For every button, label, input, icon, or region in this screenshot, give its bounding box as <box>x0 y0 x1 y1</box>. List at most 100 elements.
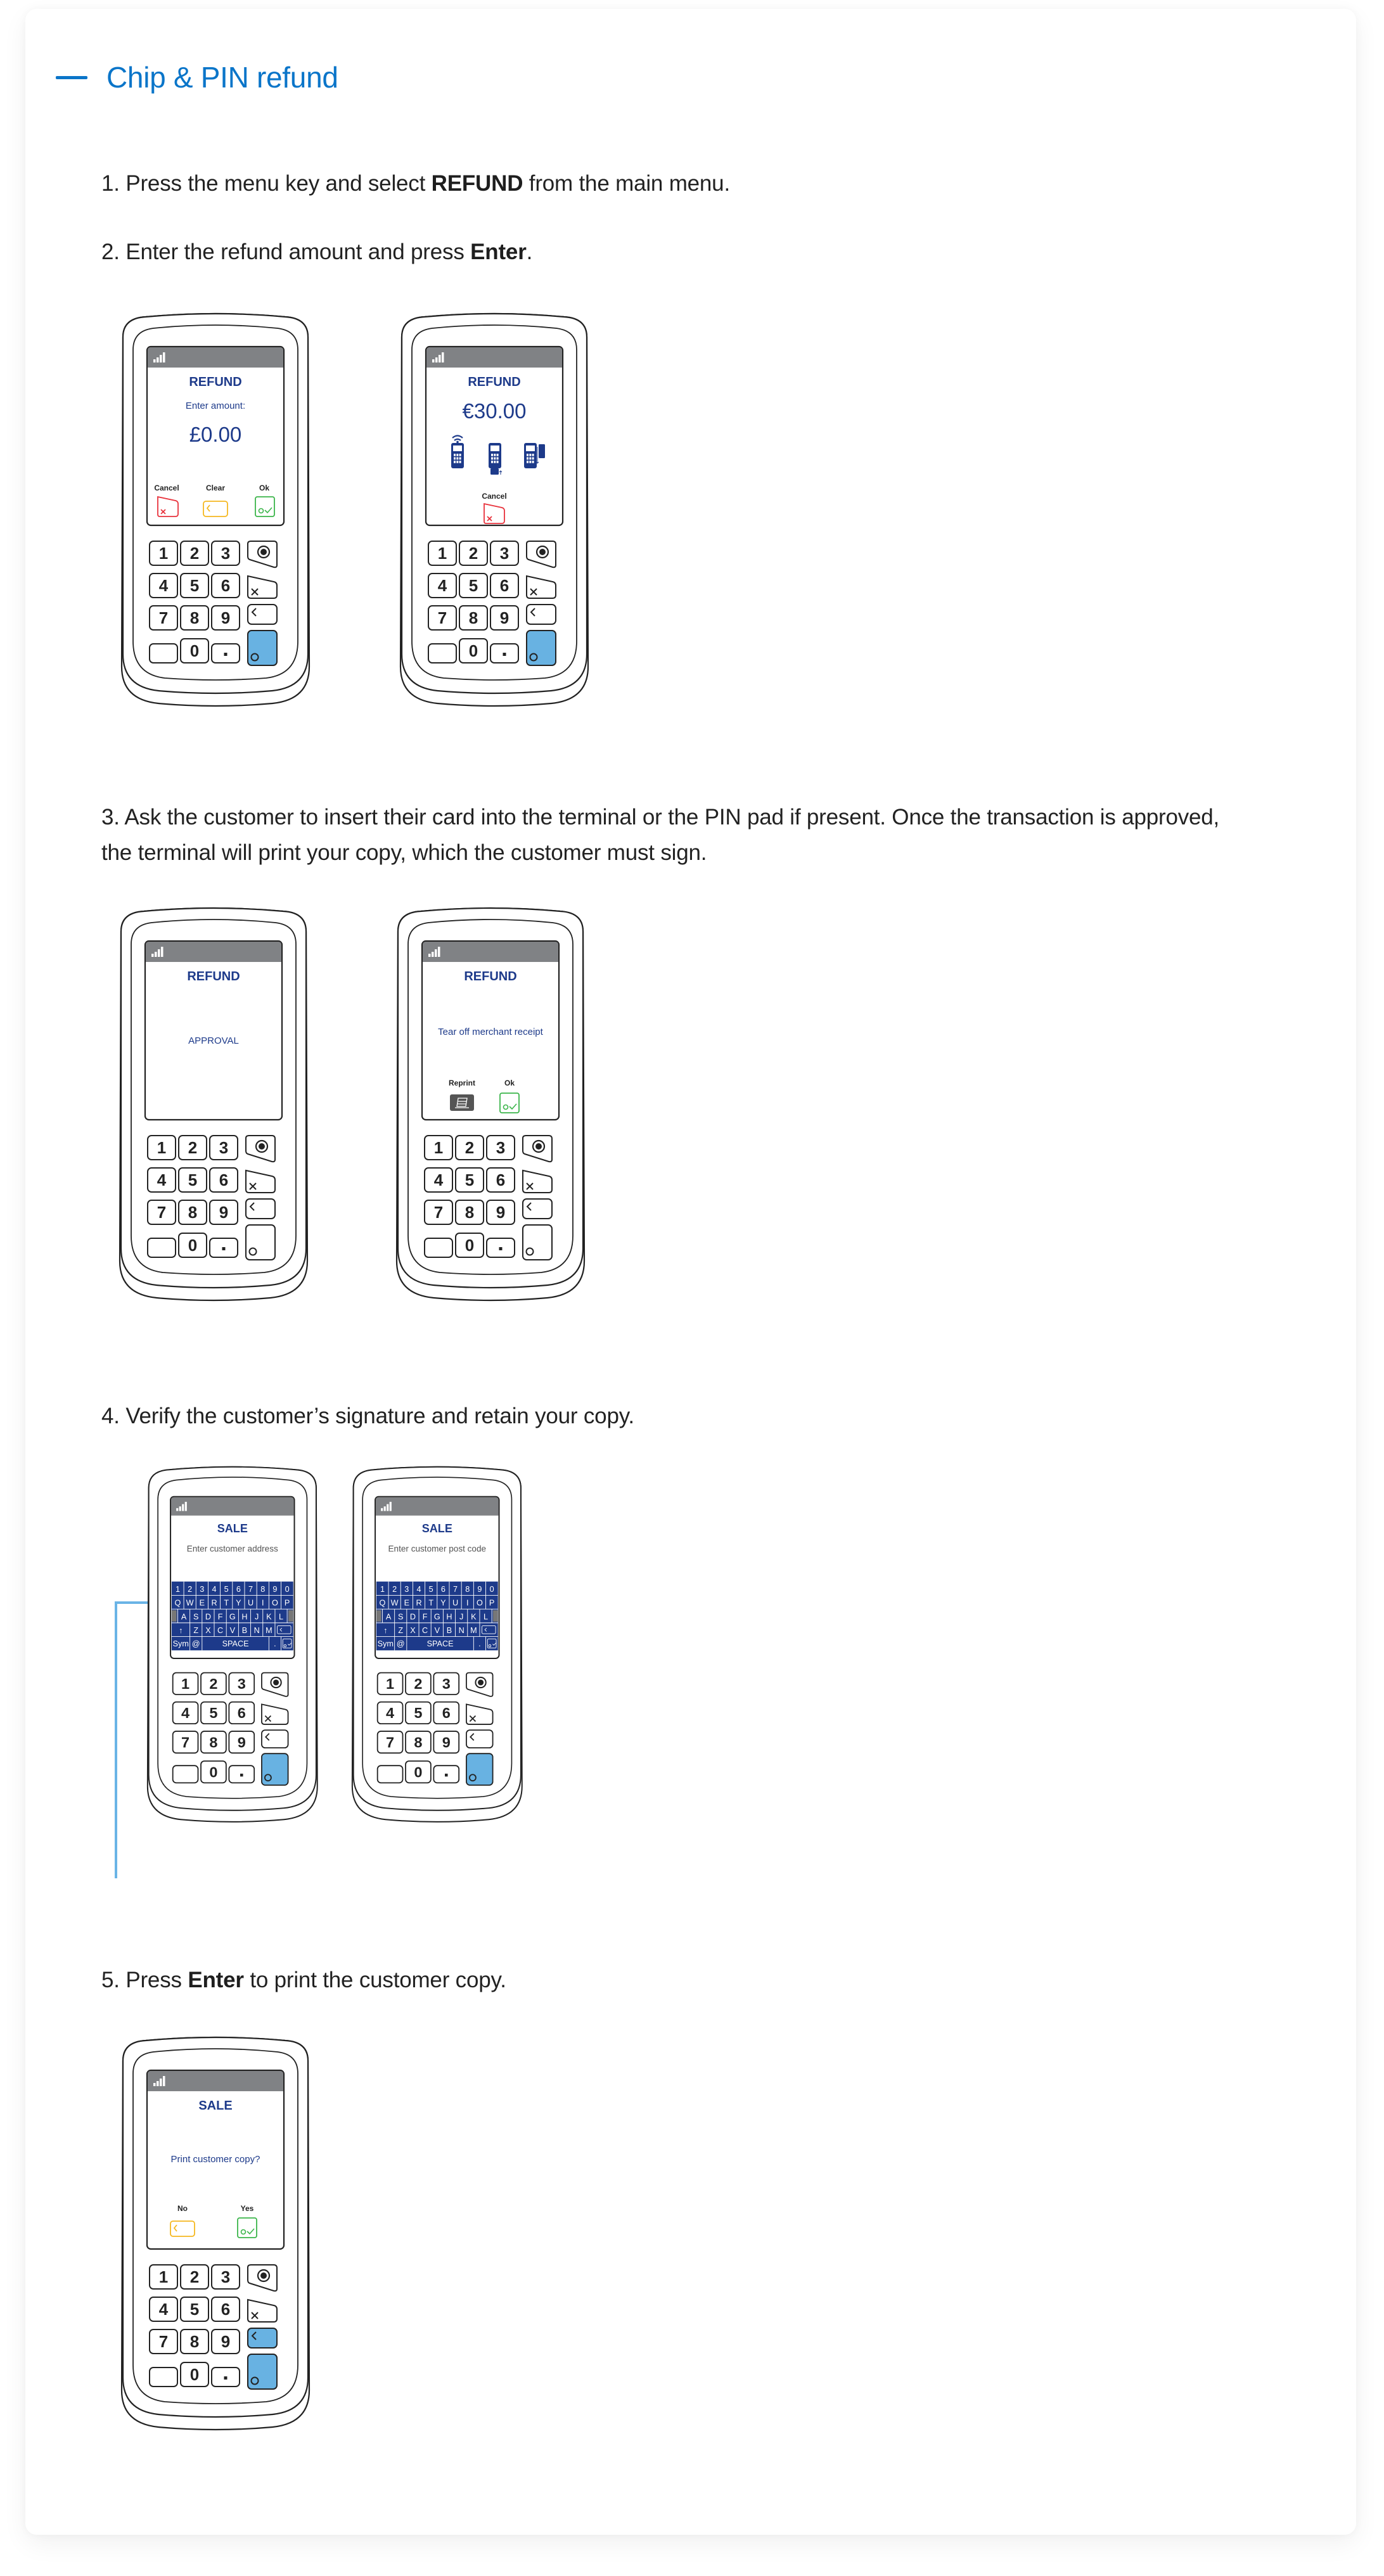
key-4[interactable]: 4 <box>149 2297 178 2322</box>
key-3[interactable]: 3 <box>486 1135 515 1160</box>
keyboard-key[interactable]: B <box>242 1626 247 1635</box>
key-9[interactable]: 9 <box>211 605 240 631</box>
keyboard-key[interactable]: L <box>484 1612 488 1621</box>
keyboard-key[interactable]: W <box>391 1599 399 1608</box>
key-1[interactable]: 1 <box>428 541 457 566</box>
clear-key[interactable] <box>466 1729 494 1749</box>
keyboard-key[interactable]: K <box>266 1612 272 1621</box>
key-7[interactable]: 7 <box>147 1200 176 1225</box>
key-1[interactable]: 1 <box>149 541 178 566</box>
keyboard-key[interactable]: J <box>255 1612 259 1621</box>
dot-key[interactable]: . <box>274 1639 276 1648</box>
keyboard-key[interactable]: 6 <box>236 1585 241 1594</box>
keyboard-key[interactable]: Y <box>236 1599 241 1608</box>
keyboard-key[interactable]: I <box>262 1599 264 1608</box>
key-5[interactable]: 5 <box>180 2297 209 2322</box>
key-5[interactable]: 5 <box>178 1167 207 1193</box>
keyboard-key[interactable]: M <box>266 1626 272 1635</box>
key-7[interactable]: 7 <box>376 1731 404 1754</box>
keyboard-key[interactable]: B <box>447 1626 452 1635</box>
key-blank[interactable] <box>424 1238 453 1258</box>
keyboard-key[interactable]: O <box>477 1599 483 1608</box>
key-4[interactable]: 4 <box>147 1167 176 1193</box>
key-blank[interactable] <box>172 1765 199 1784</box>
enter-key[interactable] <box>245 1224 276 1260</box>
key-9[interactable]: 9 <box>490 605 519 631</box>
keyboard-key[interactable]: M <box>470 1626 477 1635</box>
key-4[interactable]: 4 <box>172 1701 199 1725</box>
key-3[interactable]: 3 <box>228 1672 255 1695</box>
key-5[interactable]: 5 <box>405 1701 432 1725</box>
key-6[interactable]: 6 <box>211 2297 240 2322</box>
shift-key[interactable]: ↑ <box>179 1626 183 1635</box>
key-1[interactable]: 1 <box>172 1672 199 1695</box>
key-2[interactable]: 2 <box>455 1135 484 1160</box>
keyboard-key[interactable]: Z <box>398 1626 403 1635</box>
key-8[interactable]: 8 <box>180 2329 209 2354</box>
key-0[interactable]: 0 <box>180 638 209 663</box>
at-key[interactable]: @ <box>192 1639 200 1648</box>
clear-key[interactable] <box>247 604 278 625</box>
keyboard-key[interactable]: P <box>489 1599 494 1608</box>
key-6[interactable]: 6 <box>228 1701 255 1725</box>
keyboard-key[interactable]: E <box>200 1599 205 1608</box>
key-dot[interactable] <box>211 643 240 663</box>
keyboard-key[interactable]: 4 <box>212 1585 216 1594</box>
minus-collapse-icon[interactable] <box>56 75 87 79</box>
keyboard-key[interactable]: Y <box>440 1599 446 1608</box>
keyboard-key[interactable]: V <box>230 1626 236 1635</box>
keyboard-key[interactable]: G <box>434 1612 440 1621</box>
key-8[interactable]: 8 <box>200 1731 227 1754</box>
keyboard-key[interactable]: X <box>410 1626 416 1635</box>
enter-key[interactable] <box>526 630 556 666</box>
key-5[interactable]: 5 <box>200 1701 227 1725</box>
key-9[interactable]: 9 <box>209 1200 238 1225</box>
at-key[interactable]: @ <box>397 1639 405 1648</box>
key-6[interactable]: 6 <box>209 1167 238 1193</box>
key-dot[interactable] <box>433 1765 460 1784</box>
keyboard-key[interactable]: T <box>428 1599 433 1608</box>
dot-key[interactable]: . <box>478 1639 481 1648</box>
keyboard-key[interactable]: Z <box>193 1626 198 1635</box>
keyboard-key[interactable]: R <box>416 1599 421 1608</box>
keyboard-key[interactable]: L <box>279 1612 283 1621</box>
key-6[interactable]: 6 <box>211 573 240 598</box>
key-1[interactable]: 1 <box>147 1135 176 1160</box>
key-0[interactable]: 0 <box>200 1760 227 1784</box>
keyboard-key[interactable]: A <box>386 1612 392 1621</box>
key-blank[interactable] <box>428 643 457 663</box>
keyboard-key[interactable]: S <box>193 1612 198 1621</box>
keyboard-key[interactable]: 7 <box>248 1585 253 1594</box>
key-9[interactable]: 9 <box>486 1200 515 1225</box>
keyboard-key[interactable]: D <box>410 1612 416 1621</box>
key-6[interactable]: 6 <box>490 573 519 598</box>
key-1[interactable]: 1 <box>376 1672 404 1695</box>
sym-key[interactable]: Sym <box>378 1639 394 1648</box>
keyboard-key[interactable]: X <box>205 1626 211 1635</box>
enter-key[interactable] <box>247 630 278 666</box>
key-dot[interactable] <box>211 2367 240 2387</box>
key-4[interactable]: 4 <box>149 573 178 598</box>
keyboard-key[interactable]: T <box>224 1599 229 1608</box>
key-dot[interactable] <box>490 643 519 663</box>
key-8[interactable]: 8 <box>180 605 209 631</box>
key-9[interactable]: 9 <box>211 2329 240 2354</box>
keyboard-key[interactable]: N <box>459 1626 465 1635</box>
keyboard-key[interactable]: 9 <box>477 1585 482 1594</box>
space-key[interactable]: SPACE <box>427 1639 454 1648</box>
keyboard-key[interactable]: P <box>285 1599 290 1608</box>
keyboard-key[interactable]: J <box>459 1612 463 1621</box>
keyboard-key[interactable]: D <box>205 1612 211 1621</box>
key-7[interactable]: 7 <box>149 2329 178 2354</box>
keyboard-key[interactable]: 2 <box>188 1585 192 1594</box>
key-8[interactable]: 8 <box>405 1731 432 1754</box>
key-dot[interactable] <box>486 1238 515 1258</box>
key-0[interactable]: 0 <box>178 1233 207 1258</box>
keyboard-key[interactable]: 9 <box>272 1585 277 1594</box>
key-8[interactable]: 8 <box>459 605 488 631</box>
keyboard-key[interactable]: 2 <box>392 1585 397 1594</box>
key-blank[interactable] <box>147 1238 176 1258</box>
key-blank[interactable] <box>376 1765 404 1784</box>
key-1[interactable]: 1 <box>424 1135 453 1160</box>
enter-key[interactable] <box>466 1753 494 1786</box>
